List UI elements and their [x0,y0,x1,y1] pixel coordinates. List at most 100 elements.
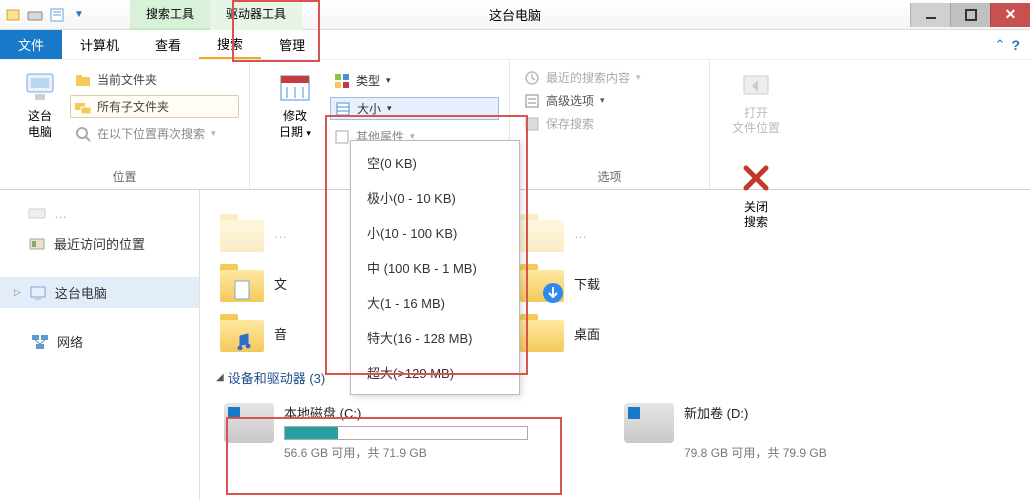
ribbon-thispc-label-2: 电脑 [28,125,52,139]
minimize-button[interactable] [910,3,950,27]
window-title: 这台电脑 [489,5,541,24]
ribbon-size[interactable]: 大小 ▾ [330,97,499,120]
ribbon-open-location: 打开文件位置 [726,66,786,136]
menu-computer[interactable]: 计算机 [62,30,137,59]
drive-d-name: 新加卷 (D:) [684,403,868,422]
drive-c[interactable]: 本地磁盘 (C:) 56.6 GB 可用，共 71.9 GB [216,395,536,469]
properties-icon [334,129,350,145]
size-opt-huge[interactable]: 超大(>129 MB) [351,355,519,390]
sidebar-item-thispc[interactable]: ▷ 这台电脑 [0,277,199,308]
qat-dropdown-icon[interactable]: ▼ [70,6,88,24]
ribbon-size-label: 大小 [357,100,381,117]
devices-section-header[interactable]: ◢ 设备和驱动器 (3) [216,368,1014,387]
folder-desktop[interactable]: 桌面 [516,308,686,358]
ribbon-advanced-label: 高级选项 [546,92,594,109]
devices-header-label: 设备和驱动器 (3) [228,368,326,387]
ribbon-date-label-1: 修改 [283,109,307,123]
ribbon-search-again-label: 在以下位置再次搜索 [97,125,205,142]
ribbon-thispc-label-1: 这台 [28,109,52,123]
size-opt-xlarge[interactable]: 特大(16 - 128 MB) [351,320,519,355]
properties-icon[interactable] [48,6,66,24]
size-opt-tiny[interactable]: 极小(0 - 10 KB) [351,180,519,215]
close-button[interactable]: ✕ [990,3,1030,27]
ribbon-save-search[interactable]: 保存搜索 [520,112,699,135]
advanced-icon [524,93,540,109]
ribbon-recent-label: 最近的搜索内容 [546,69,630,86]
music-overlay-icon [234,332,252,350]
maximize-button[interactable] [950,3,990,27]
folder-downloads[interactable]: 下载 [516,258,686,308]
ribbon-all-subfolders[interactable]: 所有子文件夹 [70,95,239,118]
ribbon-collapse-icon[interactable]: ⌃ [995,37,1006,53]
menu-view[interactable]: 查看 [137,30,199,59]
open-location-l2: 文件位置 [732,121,780,135]
sidebar-network-label: 网络 [57,332,83,351]
network-icon [31,333,49,351]
ribbon-group-label-options: 选项 [510,168,709,185]
ribbon-recent-searches[interactable]: 最近的搜索内容 ▾ [520,66,699,89]
app-icon [4,6,22,24]
chevron-down-icon: ▾ [600,95,605,106]
ribbon-group-options: 最近的搜索内容 ▾ 高级选项 ▾ 保存搜索 选项 [510,60,710,189]
nav-sidebar: … 最近访问的位置 ▷ 这台电脑 网络 [0,190,200,500]
chevron-down-icon: ▾ [211,128,216,139]
ribbon-type[interactable]: 类型 ▾ [330,70,499,91]
save-icon [524,116,540,132]
tooltab-drive[interactable]: 驱动器工具 [210,0,302,31]
ribbon-type-label: 类型 [356,72,380,89]
qat: ▼ [0,6,92,24]
search-again-icon [75,126,91,142]
hdd-icon [624,403,674,443]
sidebar-item-partial[interactable]: … [0,198,199,228]
ribbon-advanced-options[interactable]: 高级选项 ▾ [520,89,699,112]
size-opt-medium[interactable]: 中 (100 KB - 1 MB) [351,250,519,285]
expand-icon[interactable]: ▷ [14,287,21,298]
chevron-down-icon: ▾ [386,75,391,86]
collapse-icon[interactable]: ◢ [216,372,224,383]
folder-icon [75,72,91,88]
menu-file[interactable]: 文件 [0,30,62,59]
folder-item[interactable]: … [516,208,686,258]
tooltab-search[interactable]: 搜索工具 [130,0,210,31]
window-controls: ✕ [910,3,1030,27]
drive-c-stats: 56.6 GB 可用，共 71.9 GB [284,444,528,461]
size-opt-empty[interactable]: 空(0 KB) [351,145,519,180]
ribbon-group-label-location: 位置 [0,168,249,185]
sidebar-item-recent-places[interactable]: 最近访问的位置 [0,228,199,259]
type-icon [334,73,350,89]
hdd-icon [224,403,274,443]
ribbon-date-modified[interactable]: 修改日期 ▾ [268,70,322,147]
ribbon-search-again-in[interactable]: 在以下位置再次搜索 ▾ [70,122,239,145]
sidebar-recent-places-label: 最近访问的位置 [54,234,145,253]
history-icon [524,70,540,86]
main-view: … … 文 下载 [200,190,1030,500]
menubar: 文件 计算机 查看 搜索 管理 ⌃ ? [0,30,1030,60]
ribbon-date-label-2: 日期 [279,125,303,139]
titlebar: ▼ 搜索工具 驱动器工具 这台电脑 ✕ [0,0,1030,30]
ribbon-group-location: 这台电脑 当前文件夹 所有子文件夹 在以下位置再次搜索 ▾ 位置 [0,60,250,189]
open-location-l1: 打开 [744,106,768,120]
ribbon-all-subfolders-label: 所有子文件夹 [97,98,169,115]
folder-downloads-label: 下载 [574,274,600,293]
size-opt-large[interactable]: 大(1 - 16 MB) [351,285,519,320]
drive-icon [28,204,46,222]
sidebar-thispc-label: 这台电脑 [55,283,107,302]
drive-icon[interactable] [26,6,44,24]
size-dropdown-menu: 空(0 KB) 极小(0 - 10 KB) 小(10 - 100 KB) 中 (… [350,140,520,395]
sidebar-item-network[interactable]: 网络 [0,326,199,357]
menu-search[interactable]: 搜索 [199,30,261,59]
contextual-tool-tabs: 搜索工具 驱动器工具 [130,0,302,31]
help-icon[interactable]: ? [1011,37,1020,53]
menu-manage[interactable]: 管理 [261,30,323,59]
chevron-down-icon: ▾ [387,103,392,114]
computer-icon [29,284,47,302]
drive-d[interactable]: 新加卷 (D:) 79.8 GB 可用，共 79.9 GB [616,395,876,469]
size-opt-small[interactable]: 小(10 - 100 KB) [351,215,519,250]
ribbon-close-search[interactable]: 关闭搜索 [726,160,786,230]
drive-c-usage-bar [284,426,528,440]
ribbon-current-folder[interactable]: 当前文件夹 [70,68,239,91]
drive-d-stats: 79.8 GB 可用，共 79.9 GB [684,444,868,461]
recent-places-icon [28,235,46,253]
ribbon-group-end: 打开文件位置 关闭搜索 [710,60,1030,189]
close-search-l1: 关闭 [744,200,768,214]
